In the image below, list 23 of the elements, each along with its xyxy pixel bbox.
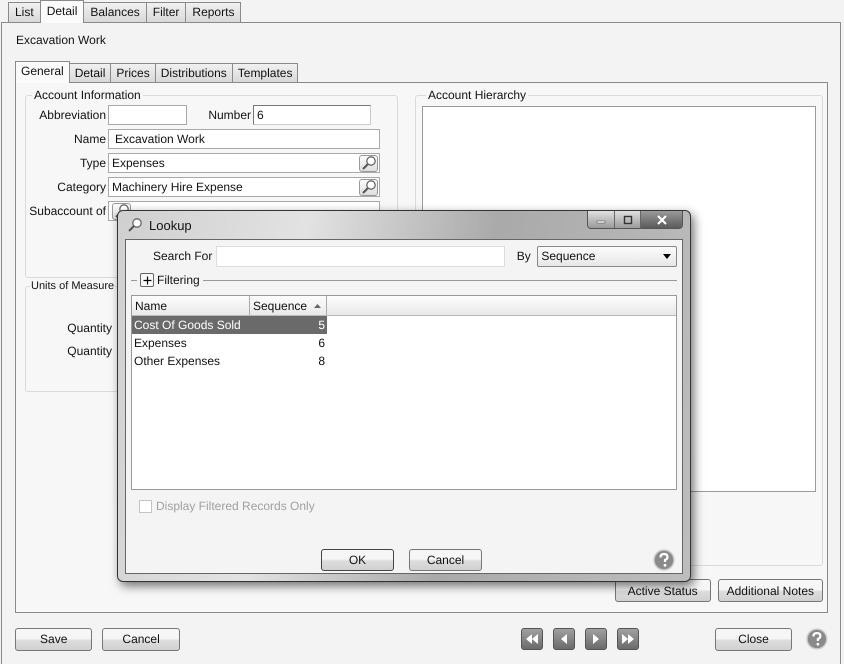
field-label: Number xyxy=(207,108,252,122)
field-label: Subaccount of xyxy=(28,204,107,218)
checkbox-label: Display Filtered Records Only xyxy=(156,499,315,513)
group-title: Account Information xyxy=(33,88,142,102)
table-cell-text: Other Expenses xyxy=(133,353,222,370)
field-label: Search For xyxy=(153,249,214,263)
table-cell: 5 xyxy=(250,316,327,334)
field-label: Type xyxy=(78,156,107,170)
table-cell-text: 6 xyxy=(317,335,326,352)
field-label: By xyxy=(516,249,532,263)
record-title: Excavation Work xyxy=(15,32,107,49)
field-label: Quantity xyxy=(66,320,112,334)
table-cell-text: 8 xyxy=(317,353,326,370)
section-label: Filtering xyxy=(157,273,200,287)
field-label: Name xyxy=(72,132,107,146)
field-label: Category xyxy=(56,180,107,194)
table-cell-text: Expenses xyxy=(133,335,188,352)
window-title: Lookup xyxy=(149,218,192,232)
group-title: Units of Measure xyxy=(30,280,116,292)
field-label: Abbreviation xyxy=(38,108,107,122)
table-cell: Cost Of Goods Sold xyxy=(132,316,250,334)
group-title: Account Hierarchy xyxy=(427,88,528,102)
field-label: Quantity xyxy=(66,344,112,358)
